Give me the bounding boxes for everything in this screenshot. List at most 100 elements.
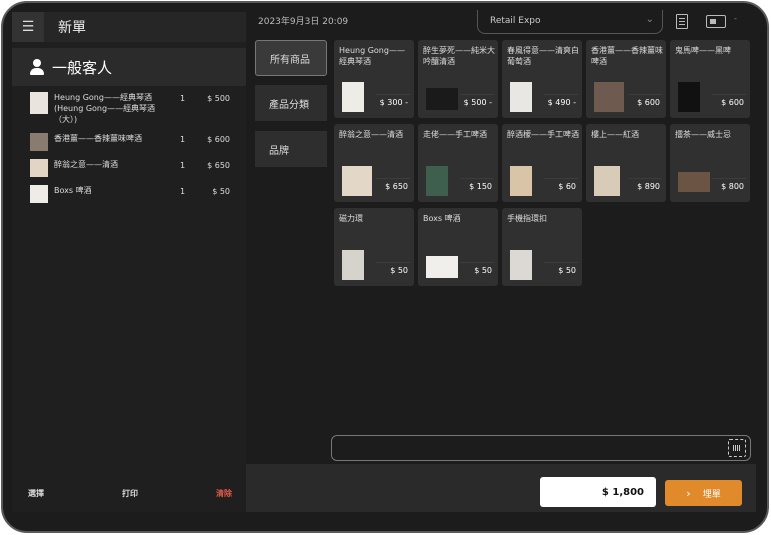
product-name: 香港薑——香辣薑味啤酒 [591, 46, 663, 66]
product-tile[interactable]: 醉酒檬——手工啤酒 $ 60 [502, 124, 582, 202]
store-name: Retail Expo [490, 16, 541, 26]
cart-item-qty: 1 [180, 187, 186, 196]
product-price: $ 650 [385, 182, 408, 191]
product-price: $ 60 [558, 182, 576, 191]
barcode-search-input[interactable] [331, 435, 751, 461]
divider [712, 94, 746, 95]
product-tile[interactable]: 香港薑——香辣薑味啤酒 $ 600 [586, 40, 666, 118]
product-thumbnail [30, 159, 48, 177]
product-price: $ 150 [469, 182, 492, 191]
product-tile[interactable]: 磁力環 $ 50 [334, 208, 414, 286]
tab-brand[interactable]: 品牌 [255, 131, 327, 167]
product-thumbnail [30, 92, 48, 114]
product-price: $ 50 [558, 266, 576, 275]
tab-all-products[interactable]: 所有商品 [255, 40, 327, 76]
product-image [678, 172, 710, 192]
cart-item-name: 香港薑——香辣薑味啤酒 [54, 134, 142, 143]
product-thumbnail [30, 185, 48, 203]
order-actions: 選擇 打印 清除 [12, 482, 246, 502]
product-price: $ 890 [637, 182, 660, 191]
cart-item-qty: 1 [180, 161, 186, 170]
chevron-down-icon: ⌄ [645, 14, 654, 25]
more-icon[interactable]: - [734, 14, 737, 23]
product-price: $ 300 - [379, 98, 408, 107]
order-panel: ☰ 新單 一般客人 Heung Gong——經典琴酒 (Heung Gong——… [12, 12, 246, 512]
product-image [594, 82, 624, 112]
product-image [342, 82, 364, 112]
order-title: 新單 [58, 20, 86, 36]
cart-item-name: Boxs 啤酒 [54, 186, 92, 195]
product-price: $ 600 [637, 98, 660, 107]
product-name: 春風得意——清爽白葡萄酒 [507, 46, 579, 66]
product-name: 醉酒檬——手工啤酒 [507, 130, 579, 139]
cart-item-qty: 1 [180, 94, 186, 103]
divider [376, 178, 410, 179]
cart-item[interactable]: Heung Gong——經典琴酒 (Heung Gong——經典琴酒（大）) 1… [12, 92, 246, 125]
product-image [426, 166, 448, 196]
cart-item[interactable]: 醉翁之意——清酒 1 $ 650 [12, 159, 246, 177]
menu-button[interactable]: ☰ [12, 12, 44, 42]
chevron-right-icon: › [686, 486, 691, 500]
product-tile[interactable]: Heung Gong——經典琴酒 $ 300 - [334, 40, 414, 118]
product-image [510, 166, 532, 196]
divider [376, 262, 410, 263]
cart-item[interactable]: Boxs 啤酒 1 $ 50 [12, 185, 246, 203]
divider [544, 262, 578, 263]
product-name: 擂茶——威士忌 [675, 130, 731, 139]
product-price: $ 490 - [547, 98, 576, 107]
divider [712, 178, 746, 179]
datetime: 2023年9月3日 20:09 [258, 17, 349, 27]
store-selector[interactable]: Retail Expo ⌄ [477, 10, 663, 34]
receipt-icon[interactable] [676, 14, 688, 29]
product-tile[interactable]: Boxs 啤酒 $ 50 [418, 208, 498, 286]
product-name: 樓上——紅酒 [591, 130, 639, 139]
tab-product-category[interactable]: 產品分類 [255, 85, 327, 121]
product-tile[interactable]: 手機指環扣 $ 50 [502, 208, 582, 286]
cart-item-price: $ 600 [207, 135, 230, 144]
divider [544, 178, 578, 179]
divider [544, 94, 578, 95]
divider [460, 178, 494, 179]
product-price: $ 500 - [463, 98, 492, 107]
product-price: $ 800 [721, 182, 744, 191]
product-name: 手機指環扣 [507, 214, 547, 223]
cart-item-price: $ 50 [212, 187, 230, 196]
cart-item-price: $ 500 [207, 94, 230, 103]
divider [628, 94, 662, 95]
product-tile[interactable]: 擂茶——威士忌 $ 800 [670, 124, 750, 202]
cart-item-name: 醉翁之意——清酒 [54, 160, 118, 169]
product-name: 磁力環 [339, 214, 363, 223]
product-tile[interactable]: 醉生夢死——純米大吟釀清酒 $ 500 - [418, 40, 498, 118]
cart-list: Heung Gong——經典琴酒 (Heung Gong——經典琴酒（大）) 1… [12, 92, 246, 211]
order-header: ☰ 新單 [12, 12, 246, 42]
product-image [678, 82, 700, 112]
product-tile[interactable]: 春風得意——清爽白葡萄酒 $ 490 - [502, 40, 582, 118]
product-image [510, 82, 532, 112]
checkout-button[interactable]: › 埋單 [665, 480, 742, 506]
product-image [510, 250, 532, 280]
customer-selector[interactable]: 一般客人 [12, 48, 246, 86]
divider [628, 178, 662, 179]
product-tile[interactable]: 醉翁之意——清酒 $ 650 [334, 124, 414, 202]
product-tile[interactable]: 鬼馬啤——黑啤 $ 600 [670, 40, 750, 118]
product-tile[interactable]: 樓上——紅酒 $ 890 [586, 124, 666, 202]
product-thumbnail [30, 133, 48, 151]
cart-item-price: $ 650 [207, 161, 230, 170]
divider [460, 262, 494, 263]
product-image [426, 256, 458, 278]
product-price: $ 50 [474, 266, 492, 275]
print-button[interactable]: 打印 [122, 488, 138, 499]
product-name: 醉翁之意——清酒 [339, 130, 403, 139]
product-image [342, 250, 364, 280]
product-image [426, 88, 458, 110]
cart-item[interactable]: 香港薑——香辣薑味啤酒 1 $ 600 [12, 133, 246, 151]
display-icon[interactable] [706, 15, 726, 28]
select-button[interactable]: 選擇 [28, 488, 44, 499]
clear-button[interactable]: 清除 [216, 488, 232, 499]
hamburger-icon: ☰ [21, 19, 35, 35]
divider [376, 94, 410, 95]
product-image [594, 166, 620, 196]
product-tile[interactable]: 走佬——手工啤酒 $ 150 [418, 124, 498, 202]
divider [460, 94, 494, 95]
barcode-scan-icon[interactable] [728, 439, 746, 457]
